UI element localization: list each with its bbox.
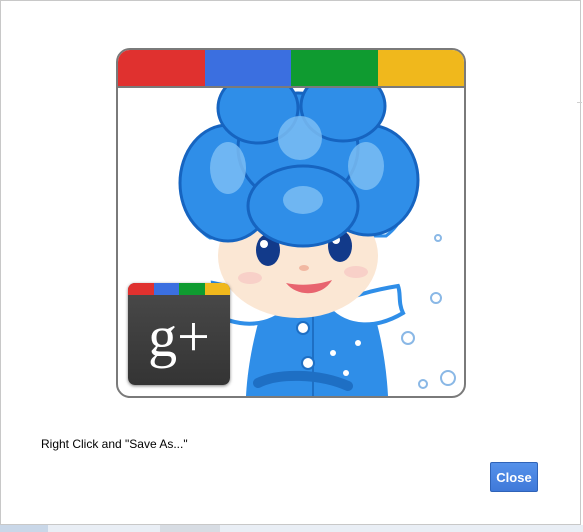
brand-color-bar xyxy=(118,50,464,88)
dialog-edge-mark xyxy=(577,102,582,108)
backdrop-segment xyxy=(0,525,48,532)
color-stripe-red xyxy=(128,283,154,295)
color-stripe-blue xyxy=(204,50,291,86)
page-backdrop-strip xyxy=(0,525,583,532)
color-stripe-green xyxy=(179,283,205,295)
gplus-badge: g+ xyxy=(128,283,230,385)
gplus-icon: g+ xyxy=(148,304,210,369)
color-stripe-green xyxy=(291,50,378,86)
close-button[interactable]: Close xyxy=(490,462,538,492)
badge-color-bar xyxy=(128,283,230,295)
save-instruction-text: Right Click and "Save As..." xyxy=(41,437,188,451)
color-stripe-yellow xyxy=(204,283,230,295)
color-stripe-red xyxy=(118,50,205,86)
color-stripe-blue xyxy=(153,283,179,295)
backdrop-segment xyxy=(160,525,220,532)
color-stripe-yellow xyxy=(377,50,464,86)
